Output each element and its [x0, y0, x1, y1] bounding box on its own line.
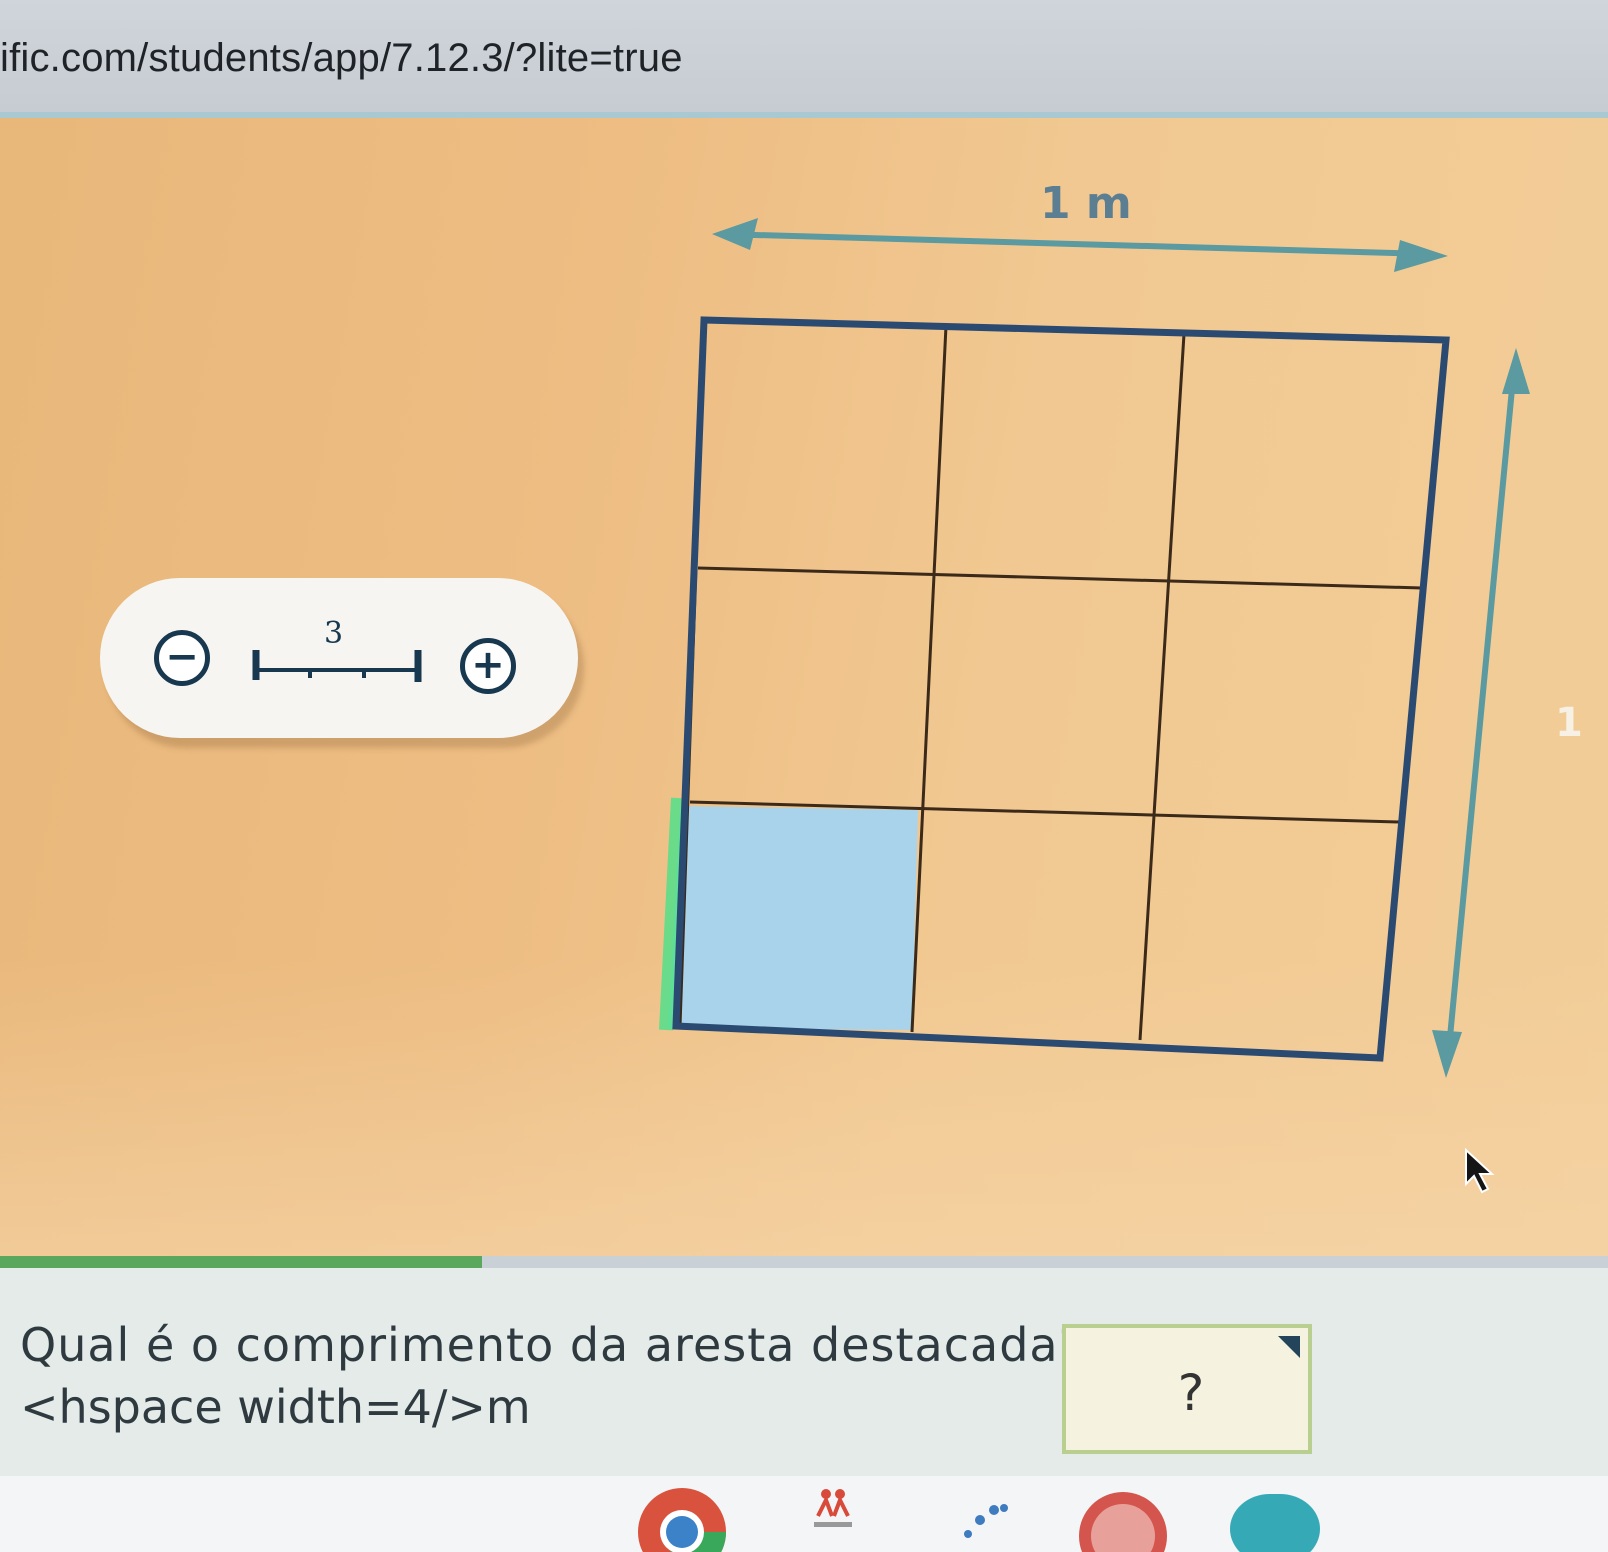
- ruler-value: 3: [324, 616, 344, 651]
- question-unit: <hspace width=4/>m: [20, 1380, 531, 1434]
- taskbar: [0, 1476, 1608, 1552]
- chrome-icon[interactable]: [636, 1486, 728, 1552]
- teal-app-icon[interactable]: [1230, 1494, 1320, 1552]
- answer-placeholder: ?: [1177, 1364, 1205, 1422]
- ruler-icon: 3: [252, 616, 432, 696]
- progress-bar: [0, 1256, 1608, 1268]
- grid-figure: [659, 218, 1530, 1078]
- browser-address-bar[interactable]: ific.com/students/app/7.12.3/?lite=true: [0, 0, 1608, 118]
- dots-icon[interactable]: [960, 1496, 1010, 1550]
- width-arrow: [712, 218, 1448, 272]
- answer-input[interactable]: ?: [1062, 1324, 1312, 1454]
- activity-canvas: − 3 + 1 m 1: [0, 118, 1608, 1256]
- sala-do-icon[interactable]: [808, 1486, 858, 1550]
- plus-circle-icon[interactable]: +: [460, 638, 516, 694]
- question-text: Qual é o comprimento da aresta destacada…: [20, 1318, 1085, 1372]
- corner-marker-icon: [1278, 1336, 1300, 1358]
- highlighted-cell: [668, 806, 918, 1030]
- scale-control: − 3 +: [100, 578, 578, 738]
- height-label: 1: [1555, 700, 1583, 746]
- mouse-cursor-icon: [1462, 1147, 1498, 1200]
- minus-circle-icon[interactable]: −: [154, 630, 210, 686]
- question-panel: Qual é o comprimento da aresta destacada…: [0, 1256, 1608, 1476]
- red-app-icon[interactable]: [1078, 1488, 1168, 1552]
- progress-fill: [0, 1256, 483, 1268]
- height-arrow: [1432, 348, 1530, 1078]
- url-text[interactable]: ific.com/students/app/7.12.3/?lite=true: [0, 36, 683, 81]
